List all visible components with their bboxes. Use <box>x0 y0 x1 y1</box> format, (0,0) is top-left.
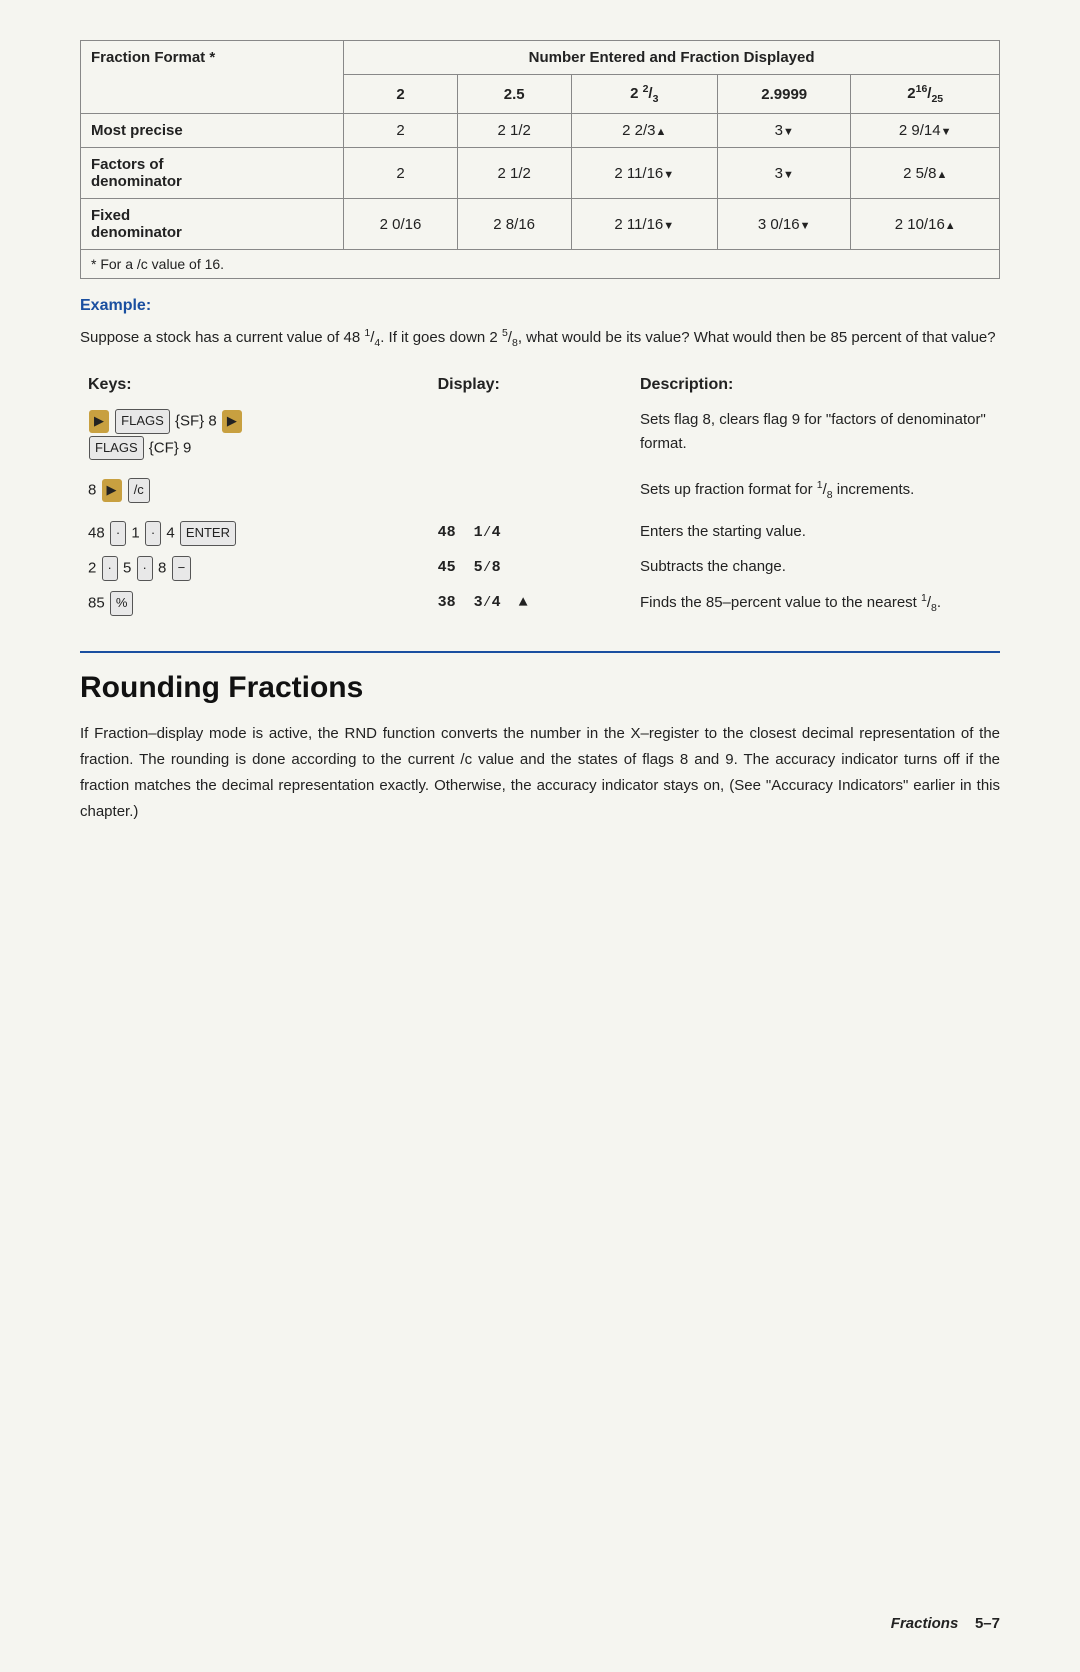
kdd-keys-3: 48 · 1 · 4 ENTER <box>80 508 430 551</box>
table-col-val-1: 2 <box>344 75 458 114</box>
table-cell: 2 1/2 <box>457 114 571 148</box>
minus-key: − <box>172 556 192 581</box>
table-row-fixed: Fixeddenominator 2 0/16 2 8/16 2 11/16▼ … <box>81 199 1000 250</box>
shift-key-3: ▶ <box>102 479 122 502</box>
table-cell: 2 9/14▼ <box>851 114 1000 148</box>
table-cell: 2 5/8▲ <box>851 148 1000 199</box>
col-header-desc: Description: <box>632 372 1000 404</box>
footer-page: 5–7 <box>975 1615 1000 1632</box>
kdd-row-5: 85 % 38 3⁄4 ▲ Finds the 85–percent value… <box>80 586 1000 621</box>
dot-key-1: · <box>110 521 126 546</box>
table-col-group-header: Number Entered and Fraction Displayed <box>344 41 1000 75</box>
kdd-keys-1: ▶ FLAGS {SF} 8 ▶ FLAGS {CF} 9 <box>80 404 430 466</box>
kdd-row-4: 2 · 5 · 8 − 45 5⁄8 Subtracts the change. <box>80 551 1000 586</box>
kdd-display-4: 45 5⁄8 <box>430 551 632 586</box>
table-row-most-precise: Most precise 2 2 1/2 2 2/3▲ 3▼ 2 9/14▼ <box>81 114 1000 148</box>
footer-label: Fractions <box>891 1615 959 1632</box>
example-section: Example: Suppose a stock has a current v… <box>80 297 1000 352</box>
section-divider <box>80 651 1000 653</box>
kdd-display-5: 38 3⁄4 ▲ <box>430 586 632 621</box>
dot-key-2: · <box>145 521 161 546</box>
table-cell: 2 <box>344 148 458 199</box>
page-footer: Fractions 5–7 <box>891 1615 1000 1632</box>
kdd-keys-4: 2 · 5 · 8 − <box>80 551 430 586</box>
fraction-format-table: Fraction Format * Number Entered and Fra… <box>80 40 1000 279</box>
row-label-most-precise: Most precise <box>81 114 344 148</box>
enter-key: ENTER <box>180 521 236 546</box>
shift-key-2: ▶ <box>222 410 242 433</box>
kdd-desc-4: Subtracts the change. <box>632 551 1000 586</box>
kdd-desc-5: Finds the 85–percent value to the neares… <box>632 586 1000 621</box>
table-footnote: * For a /c value of 16. <box>81 250 1000 279</box>
dot-key-3: · <box>102 556 118 581</box>
table-cell: 2 0/16 <box>344 199 458 250</box>
kdd-row-3: 48 · 1 · 4 ENTER 48 1⁄4 Enters the start… <box>80 508 1000 551</box>
col-header-display: Display: <box>430 372 632 404</box>
dot-key-4: · <box>137 556 153 581</box>
table-col-val-2: 2.5 <box>457 75 571 114</box>
table-col-val-5: 216/25 <box>851 75 1000 114</box>
kdd-keys-2: 8 ▶ /c <box>80 465 430 508</box>
kdd-display-1 <box>430 404 632 466</box>
table-cell: 3▼ <box>718 148 851 199</box>
table-cell: 2 11/16▼ <box>571 148 718 199</box>
row-label-fixed: Fixeddenominator <box>81 199 344 250</box>
flags-key-1: FLAGS <box>115 409 170 434</box>
kdd-desc-2: Sets up fraction format for 1/8 incremen… <box>632 465 1000 508</box>
example-text: Suppose a stock has a current value of 4… <box>80 325 1000 352</box>
table-cell: 2 1/2 <box>457 148 571 199</box>
kdd-display-2 <box>430 465 632 508</box>
shift-key-1: ▶ <box>89 410 109 433</box>
table-col-val-3: 2 2/3 <box>571 75 718 114</box>
table-cell: 3▼ <box>718 114 851 148</box>
kdd-display-3: 48 1⁄4 <box>430 508 632 551</box>
table-cell: 2 11/16▼ <box>571 199 718 250</box>
table-cell: 2 10/16▲ <box>851 199 1000 250</box>
kdd-desc-3: Enters the starting value. <box>632 508 1000 551</box>
kdd-desc-1: Sets flag 8, clears flag 9 for "factors … <box>632 404 1000 466</box>
rounding-fractions-title: Rounding Fractions <box>80 671 1000 705</box>
kdd-row-2: 8 ▶ /c Sets up fraction format for 1/8 i… <box>80 465 1000 508</box>
row-label-factors: Factors ofdenominator <box>81 148 344 199</box>
kdd-row-1: ▶ FLAGS {SF} 8 ▶ FLAGS {CF} 9 Sets flag … <box>80 404 1000 466</box>
table-cell: 2 8/16 <box>457 199 571 250</box>
divc-key: /c <box>128 478 150 503</box>
table-footnote-row: * For a /c value of 16. <box>81 250 1000 279</box>
table-cell: 2 <box>344 114 458 148</box>
table-row-factors: Factors ofdenominator 2 2 1/2 2 11/16▼ 3… <box>81 148 1000 199</box>
example-label: Example: <box>80 297 1000 315</box>
col-header-keys: Keys: <box>80 372 430 404</box>
table-cell: 2 2/3▲ <box>571 114 718 148</box>
percent-key: % <box>110 591 134 616</box>
table-cell: 3 0/16▼ <box>718 199 851 250</box>
flags-key-2: FLAGS <box>89 436 144 461</box>
table-col-val-4: 2.9999 <box>718 75 851 114</box>
keys-display-desc-table: Keys: Display: Description: ▶ FLAGS {SF}… <box>80 372 1000 621</box>
rounding-fractions-body: If Fraction–display mode is active, the … <box>80 721 1000 826</box>
kdd-keys-5: 85 % <box>80 586 430 621</box>
table-col1-header: Fraction Format * <box>81 41 344 114</box>
